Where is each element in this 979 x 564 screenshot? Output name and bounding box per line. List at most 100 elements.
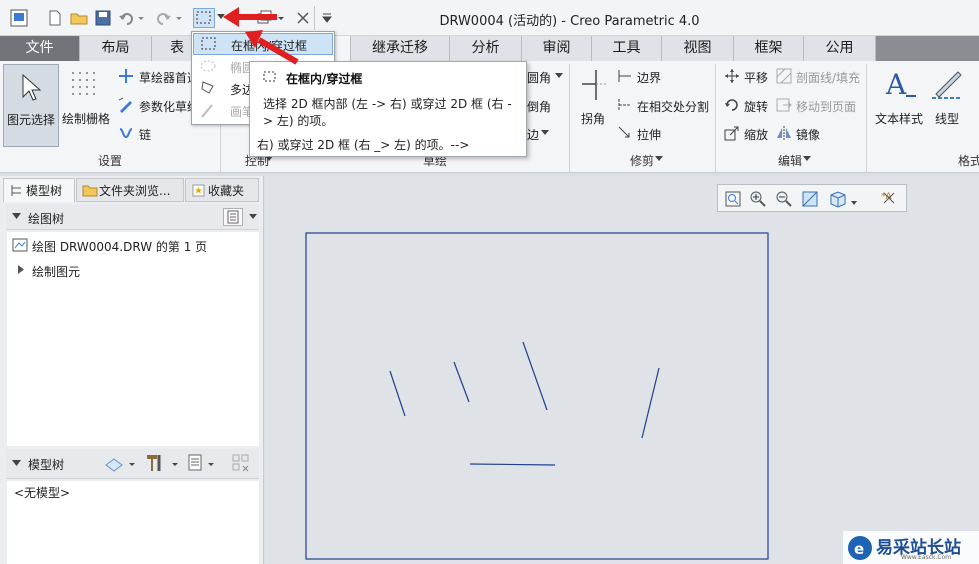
tab-folder-browser[interactable]: 文件夹浏览... (76, 178, 184, 202)
tooltip-description-line3: 右) 或穿过 2D 框 (右 _> 左) 的项。--> (257, 138, 470, 152)
no-model-text: <无模型> (14, 486, 71, 500)
annotation-arrows (223, 7, 299, 65)
svg-text:e: e (854, 540, 864, 558)
tools-icon[interactable] (144, 453, 184, 473)
drawing-tree-title: 绘图树 (28, 212, 65, 226)
tab-framework[interactable]: 框架 (734, 36, 804, 61)
line-style-button[interactable]: 线型 (935, 110, 959, 127)
collapse-icon[interactable] (12, 213, 21, 220)
move-page-icon (776, 97, 792, 113)
select-label: 图元选择 (7, 113, 56, 127)
hatch-fill-button[interactable]: 剖面线/填充 (796, 69, 860, 86)
chevron-down-icon (555, 73, 563, 79)
watermark-logo-icon: e (847, 535, 873, 561)
expand-icon[interactable] (18, 265, 25, 274)
tooltip-box-select: 在框内/穿过框 选择 2D 框内部 (左 -> 右) 或穿过 2D 框 (右 -… (249, 61, 527, 157)
watermark-subtext: Www.Easck.Com (901, 554, 952, 561)
tab-favorites[interactable]: 收藏夹 (185, 178, 259, 202)
drawing-sheet-border (305, 232, 769, 560)
chevron-down-icon[interactable] (249, 214, 257, 220)
tooltip-title: 在框内/穿过框 (286, 72, 363, 86)
draw-elements-item[interactable]: 绘制图元 (32, 263, 80, 280)
grid-icon (70, 70, 100, 100)
model-tree-header: 模型树 (6, 449, 259, 479)
scale-icon (724, 125, 740, 141)
sketcher-pref-button[interactable]: 草绘器首选 (139, 69, 193, 86)
cursor-arrow-icon (19, 73, 43, 103)
tab-favorites-label: 收藏夹 (208, 184, 245, 198)
group-format-label: 格式 (957, 154, 979, 168)
tooltip-description-line1: 选择 2D 框内部 (左 -> 右) 或穿过 2D 框 (右 - (263, 97, 512, 111)
hatch-icon (776, 68, 792, 84)
chain-button[interactable]: 链 (139, 126, 151, 143)
stretch-button[interactable]: 拉伸 (637, 126, 661, 143)
collapse-icon[interactable] (12, 460, 21, 467)
folder-icon (82, 183, 98, 197)
tab-tools[interactable]: 工具 (592, 36, 662, 61)
tab-model-tree-label: 模型树 (26, 184, 63, 198)
rotate-icon (724, 97, 740, 113)
line-style-icon (930, 66, 966, 102)
svg-text:A: A (885, 68, 907, 101)
drawing-tree-item[interactable]: 绘图 DRW0004.DRW 的第 1 页 (32, 238, 207, 255)
mirror-button[interactable]: 镜像 (796, 126, 820, 143)
chevron-down-icon (541, 130, 549, 136)
corner-icon (578, 68, 610, 102)
favorites-icon (192, 184, 205, 197)
fillet-button[interactable]: 圆角 (527, 69, 551, 86)
drawing-tree-header: 绘图树 (6, 204, 259, 230)
chain-icon (118, 125, 134, 141)
menu-item-brush[interactable]: 画笔 (230, 103, 250, 120)
tree-settings-icon[interactable] (223, 208, 243, 226)
drawing-file-icon (12, 237, 28, 253)
rotate-button[interactable]: 旋转 (744, 98, 768, 115)
tab-model-tree[interactable]: 模型树 (3, 178, 75, 202)
sketcher-pref-icon (118, 68, 134, 84)
boundary-icon (617, 68, 633, 84)
draw-grid-button[interactable]: 绘制栅格 (62, 110, 110, 127)
model-tree-icon (10, 184, 23, 197)
move-to-page-button[interactable]: 移动到页面 (796, 98, 856, 115)
display-style-icon[interactable] (104, 455, 138, 473)
text-style-button[interactable]: 文本样式 (875, 110, 923, 127)
stretch-icon (617, 125, 633, 141)
select-entity-button[interactable]: 图元选择 (3, 64, 59, 147)
chamfer-button[interactable]: 倒角 (527, 98, 551, 115)
group-edit-label[interactable]: 编辑 (715, 152, 865, 169)
tab-analysis[interactable]: 分析 (450, 36, 522, 61)
filter-icon[interactable] (231, 453, 253, 473)
tab-folder-label: 文件夹浏览... (99, 184, 171, 198)
tab-view[interactable]: 视图 (662, 36, 734, 61)
param-sketch-button[interactable]: 参数化草绘 (139, 98, 193, 115)
mirror-icon (776, 125, 792, 141)
translate-button[interactable]: 平移 (744, 69, 768, 86)
split-at-intersection-button[interactable]: 在相交处分割 (637, 98, 709, 115)
sketch-line (469, 463, 556, 466)
tab-legacy-migration[interactable]: 继承迁移 (351, 36, 450, 61)
group-settings-label: 设置 (97, 154, 122, 168)
sketch-line (453, 361, 470, 403)
tooltip-description-line2: > 左) 的项。 (263, 114, 334, 128)
brush-select-icon[interactable] (199, 103, 217, 119)
sketch-line (641, 367, 660, 439)
offset-edge-button[interactable]: 边 (527, 126, 539, 143)
drawing-sheet-svg (305, 232, 769, 560)
tree-settings-icon[interactable] (186, 453, 222, 473)
chevron-down-icon (655, 156, 663, 162)
sketch-line (389, 370, 406, 417)
tab-review[interactable]: 审阅 (522, 36, 592, 61)
corner-button[interactable]: 拐角 (581, 110, 605, 127)
tab-file[interactable]: 文件 (0, 36, 80, 61)
tab-layout[interactable]: 布局 (80, 36, 152, 61)
boundary-button[interactable]: 边界 (637, 69, 661, 86)
sketch-line (522, 341, 548, 411)
group-trim-label[interactable]: 修剪 (569, 152, 715, 169)
window-title: DRW0004 (活动的) - Creo Parametric 4.0 (439, 14, 700, 29)
tab-common[interactable]: 公用 (804, 36, 876, 61)
polygon-select-icon[interactable] (199, 79, 217, 95)
scale-button[interactable]: 缩放 (744, 126, 768, 143)
tab-annotate-active[interactable] (335, 36, 351, 61)
menu-item-polygon[interactable]: 多边 (230, 81, 250, 98)
watermark: e 易采站长站 Www.Easck.Com (843, 531, 979, 564)
model-tree-title: 模型树 (28, 458, 65, 472)
